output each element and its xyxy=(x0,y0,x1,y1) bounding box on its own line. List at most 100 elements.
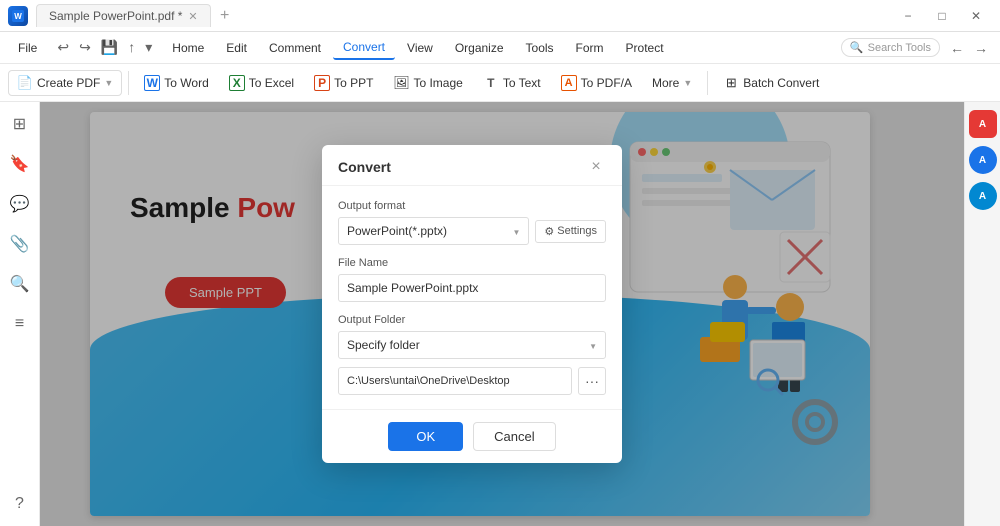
ai-tool-button-2[interactable]: A xyxy=(969,182,997,210)
create-pdf-dropdown-icon: ▼ xyxy=(104,78,113,88)
tab-title: Sample PowerPoint.pdf * xyxy=(49,9,182,23)
settings-gear-icon: ⚙ xyxy=(544,225,554,238)
to-text-icon: T xyxy=(483,75,499,91)
to-ppt-icon: P xyxy=(314,75,330,91)
undo-button[interactable]: ↩ xyxy=(53,37,73,58)
sidebar-item-comment[interactable]: 💬 xyxy=(6,190,34,218)
file-name-input[interactable]: Sample PowerPoint.pptx xyxy=(338,274,606,302)
maximize-button[interactable]: □ xyxy=(926,6,958,26)
create-pdf-label: Create PDF xyxy=(37,76,100,90)
create-pdf-icon: 📄 xyxy=(17,75,33,91)
sidebar-item-thumbnails[interactable]: ⊞ xyxy=(6,110,34,138)
batch-convert-label: Batch Convert xyxy=(743,76,819,90)
menubar: File ↩ ↪ 💾 ↑ ▾ Home Edit Comment Convert… xyxy=(0,32,1000,64)
browse-dots-icon: ··· xyxy=(585,373,599,389)
to-pdfa-label: To PDF/A xyxy=(581,76,632,90)
save-button[interactable]: 💾 xyxy=(97,37,122,58)
document-tab[interactable]: Sample PowerPoint.pdf * ✕ xyxy=(36,4,211,27)
back-nav-button[interactable]: ← xyxy=(946,38,968,58)
titlebar: W Sample PowerPoint.pdf * ✕ + − □ ✕ xyxy=(0,0,1000,32)
forward-nav-button[interactable]: → xyxy=(970,38,992,58)
search-icon: 🔍 xyxy=(850,41,864,54)
cancel-button[interactable]: Cancel xyxy=(473,422,555,451)
search-tools[interactable]: 🔍 Search Tools xyxy=(841,38,940,57)
menu-tools[interactable]: Tools xyxy=(516,37,564,59)
to-excel-button[interactable]: X To Excel xyxy=(220,70,303,96)
close-button[interactable]: ✕ xyxy=(960,6,992,26)
to-image-button[interactable]: 🖼 To Image xyxy=(384,70,471,96)
folder-browse-button[interactable]: ··· xyxy=(578,367,606,395)
to-ppt-button[interactable]: P To PPT xyxy=(305,70,382,96)
file-name-label: File Name xyxy=(338,257,606,269)
menu-organize[interactable]: Organize xyxy=(445,37,514,59)
undo-redo-group: ↩ ↪ 💾 ↑ ▾ xyxy=(53,37,156,58)
sidebar-item-attachment[interactable]: 📎 xyxy=(6,230,34,258)
more-options-button[interactable]: ▾ xyxy=(141,37,156,58)
menu-convert[interactable]: Convert xyxy=(333,36,395,60)
file-name-value: Sample PowerPoint.pptx xyxy=(347,281,478,295)
ai-tool-button-1[interactable]: A xyxy=(969,146,997,174)
svg-text:W: W xyxy=(14,12,22,21)
ai-tool-1-icon: A xyxy=(979,155,986,166)
pdf-tool-button[interactable]: A xyxy=(969,110,997,138)
app-icon: W xyxy=(8,6,28,26)
to-image-label: To Image xyxy=(413,76,462,90)
menu-comment[interactable]: Comment xyxy=(259,37,331,59)
output-format-select[interactable]: PowerPoint(*.pptx) xyxy=(338,217,529,245)
settings-label: Settings xyxy=(557,225,597,237)
folder-specify-label: Specify folder xyxy=(347,338,420,352)
to-ppt-label: To PPT xyxy=(334,76,373,90)
modal-close-button[interactable]: × xyxy=(586,157,606,177)
create-pdf-button[interactable]: 📄 Create PDF ▼ xyxy=(8,70,122,96)
right-sidebar: A A A xyxy=(964,102,1000,526)
modal-body: Output format PowerPoint(*.pptx) ⚙ Setti… xyxy=(322,186,622,409)
modal-overlay: Convert × Output format PowerPoint(*.ppt… xyxy=(40,102,964,526)
modal-header: Convert × xyxy=(322,145,622,186)
menu-file[interactable]: File xyxy=(8,37,47,59)
to-word-label: To Word xyxy=(164,76,208,90)
sidebar-item-search[interactable]: 🔍 xyxy=(6,270,34,298)
modal-title: Convert xyxy=(338,159,391,175)
main-layout: ⊞ 🔖 💬 📎 🔍 ≡ ? Sample Pow Sample PPT xyxy=(0,102,1000,526)
to-pdfa-button[interactable]: A To PDF/A xyxy=(552,70,641,96)
convert-dialog: Convert × Output format PowerPoint(*.ppt… xyxy=(322,145,622,463)
to-word-button[interactable]: W To Word xyxy=(135,70,217,96)
to-text-button[interactable]: T To Text xyxy=(474,70,550,96)
toolbar-divider-2 xyxy=(707,71,708,95)
sidebar-item-help[interactable]: ? xyxy=(6,490,34,518)
output-format-value: PowerPoint(*.pptx) xyxy=(347,224,447,238)
pdf-tool-icon: A xyxy=(979,119,986,130)
settings-button[interactable]: ⚙ Settings xyxy=(535,220,606,243)
menu-home[interactable]: Home xyxy=(162,37,214,59)
toolbar-divider-1 xyxy=(128,71,129,95)
share-button[interactable]: ↑ xyxy=(124,37,139,58)
to-excel-icon: X xyxy=(229,75,245,91)
add-tab-button[interactable]: + xyxy=(215,6,235,26)
to-image-icon: 🖼 xyxy=(393,75,409,91)
modal-footer: OK Cancel xyxy=(322,409,622,463)
content-area: Sample Pow Sample PPT xyxy=(40,102,964,526)
more-dropdown-icon: ▼ xyxy=(683,78,692,88)
output-folder-label: Output Folder xyxy=(338,314,606,326)
sidebar-item-layers[interactable]: ≡ xyxy=(6,310,34,338)
folder-path-row: C:\Users\untai\OneDrive\Desktop ··· xyxy=(338,367,606,395)
redo-button[interactable]: ↪ xyxy=(75,37,95,58)
sidebar-item-bookmark[interactable]: 🔖 xyxy=(6,150,34,178)
tab-close-icon[interactable]: ✕ xyxy=(188,10,197,23)
to-text-label: To Text xyxy=(503,76,541,90)
folder-type-select[interactable]: Specify folder xyxy=(338,331,606,359)
ai-tool-2-icon: A xyxy=(979,191,986,202)
minimize-button[interactable]: − xyxy=(892,6,924,26)
to-excel-label: To Excel xyxy=(249,76,294,90)
menu-protect[interactable]: Protect xyxy=(616,37,674,59)
menu-form[interactable]: Form xyxy=(566,37,614,59)
left-sidebar: ⊞ 🔖 💬 📎 🔍 ≡ ? xyxy=(0,102,40,526)
more-button[interactable]: More ▼ xyxy=(643,71,701,95)
batch-convert-button[interactable]: ⊞ Batch Convert xyxy=(714,70,828,96)
menu-view[interactable]: View xyxy=(397,37,443,59)
more-label: More xyxy=(652,76,679,90)
toolbar: 📄 Create PDF ▼ W To Word X To Excel P To… xyxy=(0,64,1000,102)
menu-edit[interactable]: Edit xyxy=(216,37,257,59)
ok-button[interactable]: OK xyxy=(388,422,463,451)
folder-path-input[interactable]: C:\Users\untai\OneDrive\Desktop xyxy=(338,367,572,395)
